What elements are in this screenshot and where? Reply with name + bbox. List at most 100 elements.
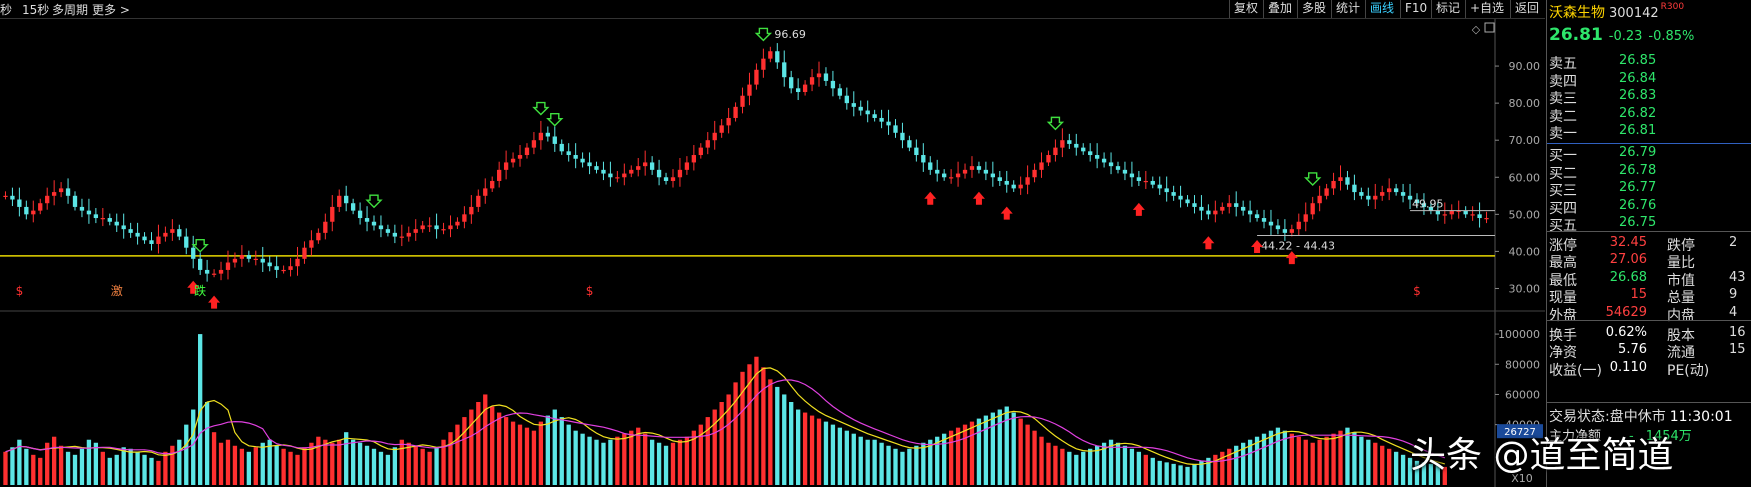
kline-chart-area[interactable]: 90.00 80.00 70.00 60.00 50.00 40.00 30.00 96.69… [0,19,1545,487]
volume-bar [357,442,363,485]
volume-bar [636,427,641,485]
volume-bar [399,439,404,485]
toolbar-button-0[interactable]: 复权 [1229,0,1262,18]
price-change: -0.23 [1608,29,1643,44]
candle-body [1373,195,1378,200]
volume-bar [1317,439,1322,485]
volume-bar [1303,439,1308,485]
volume-bar [211,432,217,485]
toolbar-left-item-0[interactable]: 秒 [0,1,12,18]
volume-bar [1324,436,1329,485]
index-tag: R300 [1660,2,1685,12]
volume-bar [830,424,836,485]
volume-bar [191,409,196,485]
candle-body [1088,151,1093,156]
candle-body [1338,177,1343,181]
volume-bar [775,386,780,485]
volume-bar [31,454,36,485]
volume-bar [1067,451,1072,485]
candle-body [545,132,550,137]
stat-value: 0.110 [1609,359,1647,375]
volume-bar [566,424,571,485]
candle-body [587,162,592,167]
last-price: 26.81 [1549,25,1603,45]
candle-body [1157,184,1162,189]
candle-body [782,62,787,78]
toolbar-button-1[interactable]: 叠加 [1263,0,1296,18]
toolbar-left-item-3[interactable]: 更多 > [92,1,130,18]
volume-bar [1213,454,1218,485]
volume-bar [1122,445,1128,485]
volume-bar [330,442,335,485]
candle-body [121,225,126,230]
volume-bar [538,421,544,485]
toolbar-button-6[interactable]: 标记 [1431,0,1464,18]
candle-body [670,177,676,181]
candle-body [629,169,634,174]
stat-label: 收益(一) [1549,362,1602,379]
volume-bar [907,448,912,485]
volume-bar [225,439,231,485]
volume-bar [524,427,530,485]
book-divider [1547,231,1751,232]
toolbar-button-2[interactable]: 多股 [1297,0,1330,18]
candle-body [1101,158,1107,163]
toolbar-button-7[interactable]: +自选 [1465,0,1508,18]
volume-bar [1046,442,1051,485]
volume-bar [260,442,265,485]
sell-arrow-icon [1304,172,1322,186]
volume-bar [114,454,119,485]
volume-bar [239,448,245,485]
volume-bar [10,447,15,485]
candle-body [170,229,175,233]
toolbar-button-5[interactable]: F10 [1400,0,1431,18]
stats-row: 涨停 32.45 跌停 2 [1549,235,1749,254]
candle-body [1067,140,1072,144]
buy-arrow-icon [208,295,221,309]
candle-body [1150,180,1155,185]
toolbar-left-item-1[interactable]: 15秒 [22,1,49,18]
candle-body [677,169,683,178]
candle-body [1122,169,1128,174]
candle-body [837,88,843,96]
toolbar-button-8[interactable]: 返回 [1510,0,1543,18]
candle-body [497,169,502,181]
volume-bar [385,454,391,485]
volume-bar [253,447,258,485]
toolbar-left-item-2[interactable]: 多周期 [52,1,88,18]
volume-tick-label: 100000 [1498,328,1540,341]
ask-row: 卖二 26.82 [1549,106,1749,125]
candle-body [879,117,884,122]
sell-arrow-icon [1046,116,1065,131]
candle-body [1115,166,1121,170]
volume-bar [177,439,182,485]
volume-bar [434,447,439,485]
volume-bar [503,417,509,485]
candle-body [1324,188,1329,196]
candle-body [364,218,370,222]
sell-arrow-icon [365,194,383,209]
y-tick-label: 70.00 [1509,134,1541,147]
candle-body [316,232,321,241]
volume-bar [1380,445,1385,485]
volume-bar [677,439,683,485]
candle-body [323,221,328,233]
candle-body [649,162,655,170]
toolbar-button-3[interactable]: 统计 [1331,0,1364,18]
volume-bar [1345,427,1350,485]
volume-bar [1164,462,1169,485]
volume-bar [517,424,523,485]
volume-bar [663,445,669,485]
stats-row: 最高 27.06 量比 [1549,252,1749,271]
trade-status-label: 交易状态: [1549,409,1610,425]
candle-body [886,121,891,126]
candle-body [1366,195,1371,200]
candle-body [656,169,662,178]
volume-bar [1171,463,1176,485]
candle-body [253,258,258,261]
toolbar-button-4[interactable]: 画线 [1365,0,1398,18]
volume-bar [865,439,870,485]
candle-body [1303,214,1308,222]
book-price: 26.75 [1619,215,1657,231]
candle-body [1081,147,1086,152]
